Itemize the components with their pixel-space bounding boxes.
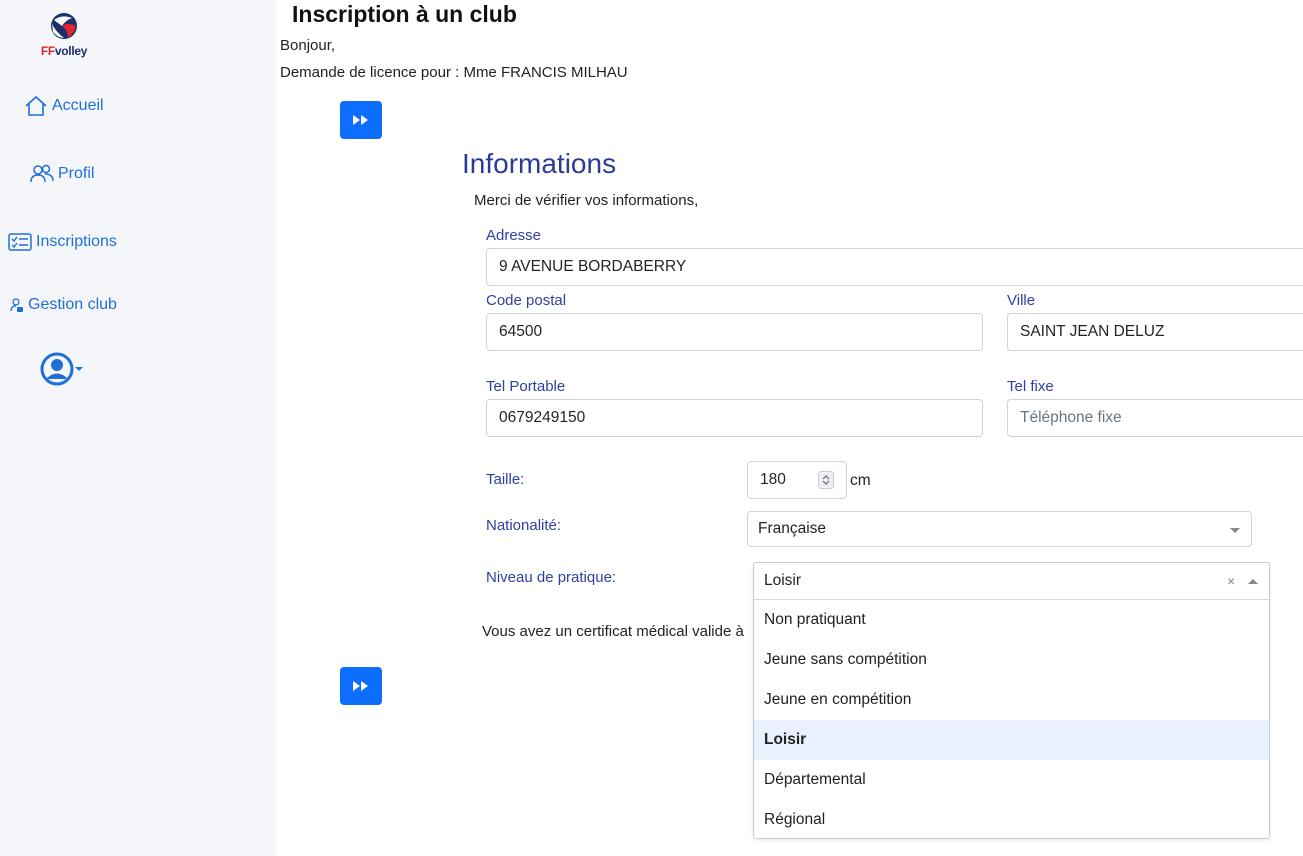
page-title: Inscription à un club xyxy=(292,1,517,27)
adresse-input[interactable]: 9 AVENUE BORDABERRY xyxy=(486,248,1303,286)
niveau-selected-value: Loisir xyxy=(764,572,802,589)
dropdown-option-selected[interactable]: Loisir xyxy=(754,720,1269,760)
user-circle-icon xyxy=(40,352,74,386)
ville-input[interactable]: SAINT JEAN DELUZ xyxy=(1007,313,1303,351)
sidebar-item-label: Gestion club xyxy=(28,296,117,313)
niveau-label: Niveau de pratique: xyxy=(486,569,617,586)
fast-forward-icon xyxy=(353,681,368,691)
niveau-select-head[interactable]: Loisir × xyxy=(754,563,1269,600)
next-step-button-bottom[interactable] xyxy=(340,667,382,705)
user-lock-icon xyxy=(10,298,23,312)
licence-request-text: Demande de licence pour : Mme FRANCIS MI… xyxy=(280,64,628,81)
number-spinner[interactable] xyxy=(818,471,834,489)
greeting-text: Bonjour, xyxy=(280,37,336,54)
fast-forward-icon xyxy=(353,115,368,125)
ville-label: Ville xyxy=(1007,292,1036,309)
sidebar-item-profil[interactable]: Profil xyxy=(30,164,94,184)
adresse-label: Adresse xyxy=(486,227,542,244)
caret-down-icon xyxy=(1230,528,1240,533)
taille-unit: cm xyxy=(850,472,871,489)
user-menu-dropdown[interactable] xyxy=(40,352,84,386)
sidebar-item-label: Profil xyxy=(58,165,95,182)
dropdown-option[interactable]: Régional xyxy=(754,800,1269,840)
spinner-arrows-icon xyxy=(822,475,830,485)
intro-text: Merci de vérifier vos informations, xyxy=(474,192,699,209)
caret-down-icon xyxy=(75,367,83,371)
dropdown-option[interactable]: Jeune sans compétition xyxy=(754,640,1269,680)
taille-value: 180 xyxy=(760,471,786,488)
logo-text-ff: FF xyxy=(40,44,55,58)
nationalite-value: Française xyxy=(758,520,827,537)
niveau-dropdown[interactable]: Loisir × Non pratiquant Jeune sans compé… xyxy=(753,562,1270,839)
taille-label: Taille: xyxy=(486,471,525,488)
tel-fixe-label: Tel fixe xyxy=(1007,378,1054,395)
caret-up-icon xyxy=(1248,579,1258,584)
clear-selection-icon[interactable]: × xyxy=(1227,573,1235,589)
home-icon xyxy=(25,95,47,116)
nationalite-select[interactable]: Française xyxy=(747,511,1252,547)
dropdown-option[interactable]: Non pratiquant xyxy=(754,600,1269,640)
sidebar-item-inscriptions[interactable]: Inscriptions xyxy=(8,233,117,251)
ffvolley-logo[interactable]: FFvolley xyxy=(38,10,90,60)
tel-portable-input[interactable]: 0679249150 xyxy=(486,399,983,437)
tel-portable-label: Tel Portable xyxy=(486,378,566,395)
main-content: Inscription à un club Bonjour, Demande d… xyxy=(276,0,1303,856)
users-icon xyxy=(30,164,54,183)
sidebar-item-label: Inscriptions xyxy=(36,233,117,250)
nationalite-label: Nationalité: xyxy=(486,517,562,534)
sidebar-item-label: Accueil xyxy=(52,97,104,114)
tel-fixe-input[interactable]: Téléphone fixe xyxy=(1007,399,1303,437)
taille-number-input[interactable]: 180 xyxy=(747,461,847,499)
code-postal-input[interactable]: 64500 xyxy=(486,313,983,351)
volleyball-logo-icon xyxy=(51,13,77,39)
dropdown-option[interactable]: Départemental xyxy=(754,760,1269,800)
sidebar-item-accueil[interactable]: Accueil xyxy=(24,95,104,117)
logo-text: FFvolley xyxy=(38,44,90,58)
code-postal-label: Code postal xyxy=(486,292,567,309)
section-title: Informations xyxy=(462,148,617,179)
checklist-icon xyxy=(8,233,32,251)
sidebar: FFvolley Accueil Profil Inscriptions Ges… xyxy=(0,0,276,856)
certificat-text: Vous avez un certificat médical valide à xyxy=(482,623,744,640)
dropdown-option[interactable]: Jeune en compétition xyxy=(754,680,1269,720)
next-step-button-top[interactable] xyxy=(340,101,382,139)
logo-text-volley: volley xyxy=(54,44,88,58)
sidebar-item-gestion-club[interactable]: Gestion club xyxy=(10,296,117,314)
